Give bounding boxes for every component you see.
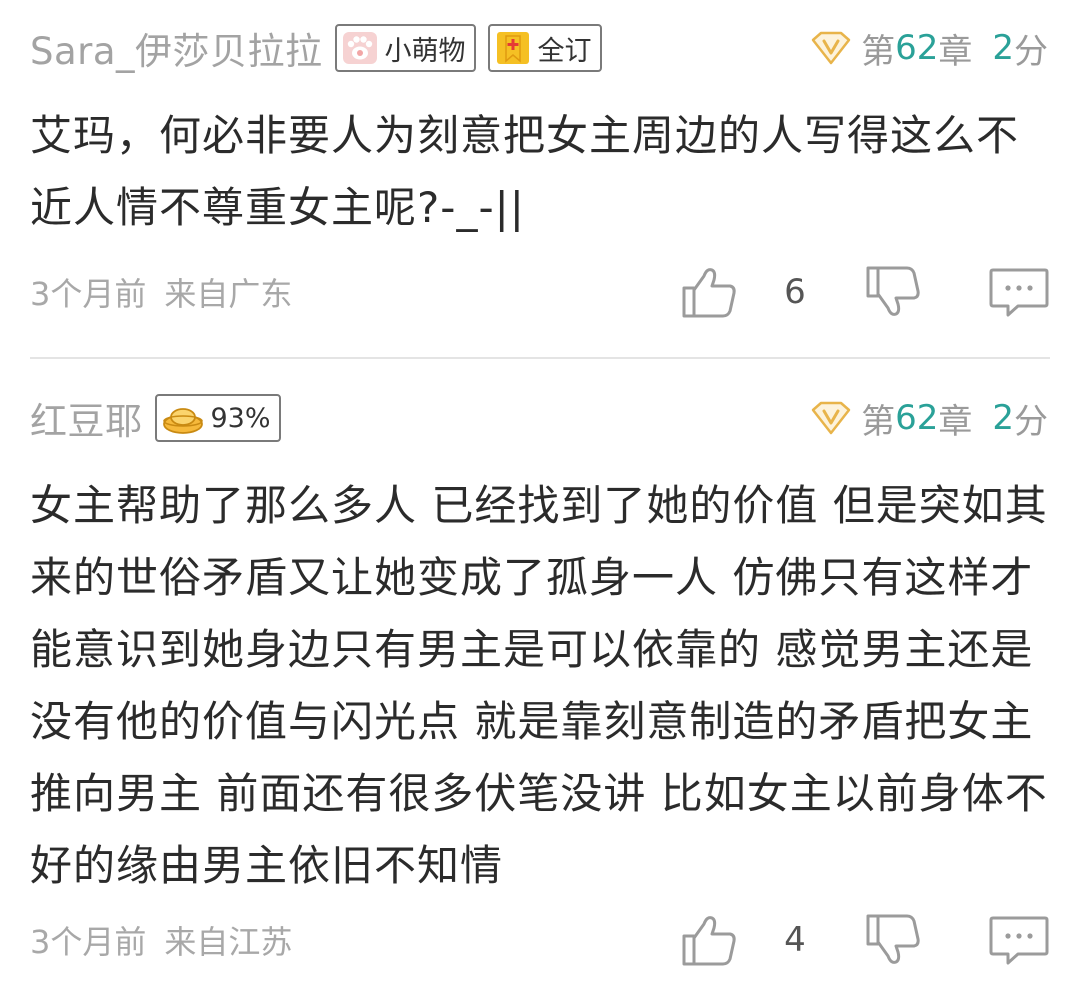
gold-ingot-icon	[162, 408, 203, 434]
comment-actions: 4	[680, 912, 1050, 968]
username[interactable]: 红豆耶	[30, 391, 143, 445]
vip-diamond-icon	[811, 31, 851, 65]
subscribe-badge[interactable]: 全订	[487, 24, 602, 72]
chapter-prefix: 第	[861, 401, 896, 442]
chapter-prefix: 第	[861, 31, 896, 72]
comment-item: 红豆耶 93% 第 62 章 2 分 女主帮助了那么多人 已经找到了她的价值 但是突如其…	[0, 360, 1080, 995]
comment-meta: 3个月前 来自江苏	[30, 917, 292, 963]
reply-bubble-icon[interactable]	[988, 914, 1050, 966]
score-number: 2	[992, 398, 1014, 438]
score-number: 2	[992, 28, 1014, 68]
comment-item: Sara_伊莎贝拉拉 小萌物 全订 第 62 章 2 分 艾玛，何必非要人为刻意…	[0, 0, 1080, 358]
paw-icon	[342, 32, 377, 64]
comment-text[interactable]: 艾玛，何必非要人为刻意把女主周边的人写得这么不近人情不尊重女主呢?-_-||	[30, 100, 1050, 244]
bookmark-plus-icon	[496, 32, 529, 64]
badge-label: 93%	[210, 402, 271, 434]
comment-actions: 6	[680, 264, 1050, 320]
chapter-number: 62	[895, 28, 939, 68]
comment-text[interactable]: 女主帮助了那么多人 已经找到了她的价值 但是突如其来的世俗矛盾又让她变成了孤身一…	[30, 470, 1050, 902]
thumbs-up-icon[interactable]	[680, 264, 738, 320]
vip-diamond-icon	[811, 401, 851, 435]
comment-footer: 3个月前 来自广东 6	[30, 262, 1050, 322]
badge-label: 全订	[537, 35, 592, 67]
chapter-info[interactable]: 第 62 章 2 分	[809, 394, 1048, 443]
like-count: 6	[784, 272, 806, 312]
username[interactable]: Sara_伊莎贝拉拉	[30, 21, 323, 75]
chapter-number: 62	[895, 398, 939, 438]
score-unit: 分	[1014, 401, 1048, 442]
thumbs-up-icon[interactable]	[680, 912, 738, 968]
comment-time: 3个月前	[30, 275, 147, 313]
comment-meta: 3个月前 来自广东	[30, 269, 292, 315]
badge-label: 小萌物	[384, 35, 466, 67]
chapter-info[interactable]: 第 62 章 2 分	[809, 24, 1048, 73]
comment-header: Sara_伊莎贝拉拉 小萌物 全订 第 62 章 2 分	[30, 20, 1048, 76]
score-unit: 分	[1014, 31, 1048, 72]
fan-badge[interactable]: 93%	[154, 394, 281, 442]
thumbs-down-icon[interactable]	[864, 912, 922, 968]
chapter-suffix: 章	[938, 401, 973, 442]
reply-bubble-icon[interactable]	[988, 266, 1050, 318]
comment-location: 来自广东	[164, 275, 293, 313]
comment-time: 3个月前	[30, 923, 147, 961]
comment-divider	[30, 357, 1050, 359]
like-count: 4	[784, 920, 806, 960]
fan-badge[interactable]: 小萌物	[334, 24, 476, 72]
thumbs-down-icon[interactable]	[864, 264, 922, 320]
comment-footer: 3个月前 来自江苏 4	[30, 910, 1050, 970]
comment-location: 来自江苏	[164, 923, 293, 961]
chapter-suffix: 章	[938, 31, 973, 72]
comment-header: 红豆耶 93% 第 62 章 2 分	[30, 390, 1048, 446]
